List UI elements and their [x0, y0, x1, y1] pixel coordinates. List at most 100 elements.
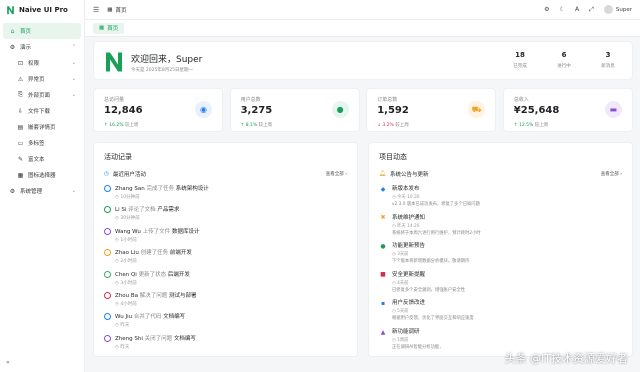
trend-value: 8.1% [245, 123, 258, 128]
announcement-desc: 根据用户反馈，优化了界面交互和响应速度 [392, 316, 474, 322]
announcement-desc: 系统将于本周六进行例行维护，预计耗时2小时 [392, 230, 481, 236]
activity-item[interactable]: Zhou Ba 解决了问题 测试与部署 ◷ 4小时前 [104, 291, 197, 307]
activity-verb: 上传了文件 [142, 228, 171, 235]
sidebar-item[interactable]: ⚙ 演示 ⌃ [3, 39, 81, 55]
sidebar-item-label: 嵌套详情页 [28, 125, 56, 131]
activity-user: Li Si [115, 207, 127, 214]
sidebar-item[interactable]: ⊡ 权限 ⌄ [3, 55, 81, 71]
sidebar: Naive UI Pro ⌂ 首页 ⚙ 演示 ⌃ ⊡ 权限 ⌄ ⚠ 异常页 ⌄ ⎘ 外部页面 ⌄ ⇩ 文件下载… [0, 0, 85, 372]
sidebar-item[interactable]: ⎘ 外部页面 ⌄ [3, 87, 81, 103]
view-all-link[interactable]: 查看全部 › [326, 171, 347, 177]
dark-mode-icon[interactable]: ☾ [560, 6, 565, 13]
activity-verb: 评论了文档 [128, 207, 156, 214]
activity-title: 活动记录 [104, 153, 132, 161]
stat-card: 订单总数 1,592 ↓ 3.2% 较上周 ⛟ [366, 88, 497, 132]
announcement-title: 用户反馈改进 [392, 300, 426, 307]
view-all-link[interactable]: 查看全部 › [601, 171, 622, 177]
activity-user: Zheng Shi [115, 335, 143, 342]
announcement-item[interactable]: ● 功能更新预告 ◷ 3天前 下个版本将新增数据分析模块，敬请期待 [379, 241, 469, 265]
announcement-item[interactable]: ▲ 新功能调研 ◷ 1周前 正在调研AI智能分析功能， [379, 327, 444, 351]
settings-icon: ⚙ [9, 187, 16, 195]
announcement-title: 功能更新预告 [392, 243, 426, 250]
sidebar-item-label: 系统管理 [20, 189, 43, 195]
collapse-sidebar-button[interactable]: « [6, 359, 10, 366]
fullscreen-icon[interactable]: ⤢ [589, 6, 594, 14]
trend-value: 12.5% [519, 123, 534, 128]
sidebar-item[interactable]: ▤ 嵌套详情页 [3, 119, 81, 135]
trend-value: 16.2% [109, 123, 124, 128]
language-icon[interactable]: A [575, 6, 579, 13]
activity-user: Wu Jiu [115, 314, 133, 321]
activity-item[interactable]: Li Si 评论了文档 产品需求 ◷ 30分钟前 [104, 205, 179, 221]
activity-target: 前端开发 [169, 250, 192, 257]
sidebar-item-label: 图标选择器 [28, 173, 56, 179]
activity-item[interactable]: Chen Qi 更新了状态 后端开发 ◷ 3小时前 [104, 270, 190, 286]
stat-value: 3 [605, 51, 611, 59]
sidebar-item[interactable]: ⚙ 系统管理 ⌄ [3, 183, 81, 199]
activity-item[interactable]: Wu Jiu 合并了代码 文档编写 ◷ 昨天 [104, 312, 185, 328]
announcement-item[interactable]: ▪ 用户反馈改进 ◷ 5天前 根据用户反馈，优化了界面交互和响应速度 [379, 298, 474, 322]
sidebar-menu: ⌂ 首页 ⚙ 演示 ⌃ ⊡ 权限 ⌄ ⚠ 异常页 ⌄ ⎘ 外部页面 ⌄ ⇩ 文件下载 ▤ 嵌套详情页 ▭ 多标签 ✎ 富文… [0, 20, 84, 202]
announcement-item[interactable]: ✖ 系统维护通知 ◷ 昨天 14:20 系统将于本周六进行例行维护，预计耗时2小时 [379, 213, 481, 236]
sidebar-item-label: 文件下载 [28, 109, 51, 115]
bell-icon: 🔔︎ [379, 170, 386, 177]
breadcrumb-item: 首页 [115, 7, 127, 14]
naive-logo-icon [7, 6, 14, 15]
app-logo[interactable]: Naive UI Pro [0, 0, 84, 20]
settings-icon[interactable]: ⚙ [544, 6, 549, 13]
sidebar-item[interactable]: ✎ 富文本 [3, 151, 81, 167]
home-icon: ▦ [107, 6, 113, 13]
user-avatar-icon [104, 206, 111, 214]
announcement-title: 系统维护通知 [392, 214, 426, 221]
header-actions: ⚙ ☾ A ⤢ Super [544, 5, 632, 14]
document-icon: ▤ [17, 123, 24, 131]
sidebar-item[interactable]: ⇩ 文件下载 [3, 103, 81, 119]
announcement-date: 5天前 [397, 309, 409, 315]
menu-toggle-icon[interactable]: ☰ [93, 6, 99, 14]
shield-icon: ■ [380, 271, 386, 279]
stat-completed: 18 已完成 [506, 51, 534, 69]
sidebar-item[interactable]: ⚠ 异常页 ⌄ [3, 71, 81, 87]
stat-card: 用户总数 3,275 ↑ 8.1% 较上周 ● [229, 88, 360, 132]
activity-item[interactable]: Wang Wu 上传了文件 数据库设计 ◷ 1小时前 [104, 227, 199, 243]
stat-value: 1,592 [377, 105, 409, 116]
sidebar-item[interactable]: ▦ 图标选择器 [3, 167, 81, 183]
activity-target: 系统架构设计 [175, 186, 209, 192]
flask-icon: ▲ [380, 328, 386, 336]
activity-item[interactable]: Zhang San 完成了任务 系统架构设计 ◷ 10分钟前 [104, 184, 209, 200]
announcement-item[interactable]: ◆ 新版本发布 ◷ 今天 10:30 v2.3.0 版本已成功发布，修复了多个已知问题 [379, 184, 480, 208]
user-icon: ● [331, 101, 349, 118]
stat-in-progress: 6 进行中 [550, 51, 578, 69]
sidebar-item-label: 权限 [28, 61, 40, 67]
bulb-icon: ● [380, 242, 386, 250]
tab-home[interactable]: ▦ 首页 [93, 22, 125, 34]
activity-item[interactable]: Zheng Shi 关闭了问题 文档编写 ◷ 昨天 [104, 334, 196, 350]
stat-label: 总收入 [513, 97, 529, 103]
home-icon: ⌂ [10, 27, 15, 35]
activity-panel: 活动记录 ◷ 最近用户活动 查看全部 › Zhang San 完成了任务 系统架… [93, 142, 358, 357]
user-avatar-icon [104, 185, 111, 192]
user-avatar-icon [104, 249, 111, 257]
announcement-desc: 已修复多个安全漏洞，增强账户安全性 [392, 287, 466, 293]
top-header: ☰ ▦ 首页 ⚙ ☾ A ⤢ Super [85, 0, 640, 20]
home-icon: ▦ [99, 25, 105, 31]
stat-value: 18 [515, 51, 525, 59]
cart-icon: ⛟ [468, 101, 486, 118]
sidebar-item[interactable]: ⌂ 首页 [3, 23, 81, 39]
tabs-bar: ▦ 首页 [85, 20, 640, 37]
breadcrumb[interactable]: ▦ 首页 [107, 6, 126, 14]
stat-trend: ↑ 8.1% 较上周 [241, 122, 273, 128]
user-avatar-icon [104, 334, 111, 342]
welcome-card: 欢迎回来，Super 今天是 2025年8月25日星期一 18 已完成 6 进行… [93, 41, 633, 80]
user-menu[interactable]: Super [603, 5, 632, 14]
sidebar-item[interactable]: ▭ 多标签 [3, 135, 81, 151]
activity-item[interactable]: Zhao Liu 创建了任务 前端开发 ◷ 2小时前 [104, 248, 192, 264]
link-icon: ⎘ [18, 91, 23, 98]
announcement-item[interactable]: ■ 安全更新提醒 ◷ 4天前 已修复多个安全漏洞，增强账户安全性 [379, 270, 466, 293]
stat-value: 3,275 [240, 105, 273, 116]
trend-note: 较上周 [534, 123, 549, 128]
trend-note: 较上周 [395, 123, 409, 128]
activity-verb: 创建了任务 [140, 250, 169, 257]
activity-target: 产品需求 [157, 207, 180, 214]
naive-logo-icon [106, 52, 122, 72]
